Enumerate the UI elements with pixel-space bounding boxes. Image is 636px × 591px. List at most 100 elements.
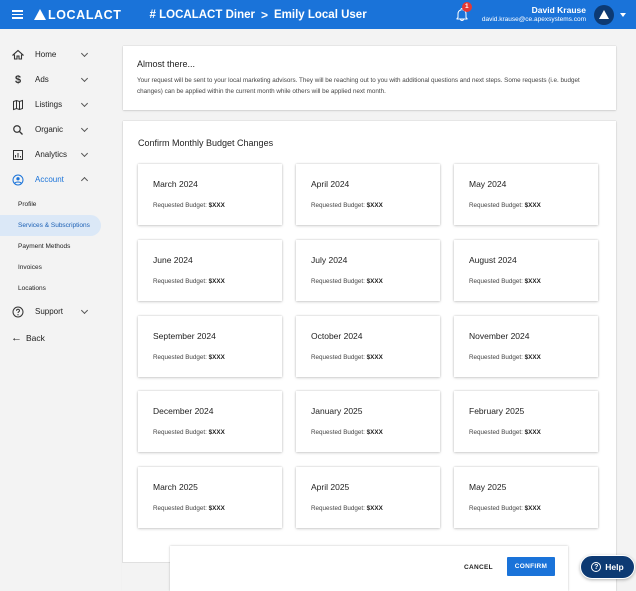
analytics-icon (12, 149, 24, 161)
requested-budget: Requested Budget: $XXX (311, 278, 383, 285)
breadcrumb-separator: > (260, 7, 268, 22)
requested-budget: Requested Budget: $XXX (311, 354, 383, 361)
user-name: David Krause (531, 5, 586, 16)
requested-budget: Requested Budget: $XXX (469, 202, 541, 209)
requested-budget-label: Requested Budget: (311, 202, 365, 209)
month-budget-card: October 2024 Requested Budget: $XXX (296, 316, 440, 377)
requested-budget-value: $XXX (208, 429, 225, 436)
month-name: June 2024 (153, 255, 193, 265)
sidebar-item-label: Listings (35, 100, 63, 109)
month-name: April 2025 (311, 482, 350, 492)
sidebar-item-support[interactable]: Support (0, 299, 104, 324)
requested-budget-label: Requested Budget: (311, 429, 365, 436)
requested-budget-value: $XXX (524, 278, 541, 285)
home-icon (12, 49, 24, 61)
requested-budget-label: Requested Budget: (153, 429, 207, 436)
month-name: November 2024 (469, 331, 530, 341)
help-icon: ? (591, 562, 602, 572)
breadcrumb-user[interactable]: Emily Local User (274, 9, 367, 21)
chevron-down-icon[interactable] (80, 99, 89, 108)
chevron-down-icon[interactable] (80, 306, 89, 315)
arrow-left-icon: ← (11, 332, 22, 344)
month-name: April 2024 (311, 179, 350, 189)
month-budget-card: May 2025 Requested Budget: $XXX (454, 467, 598, 528)
hamburger-menu-icon[interactable] (12, 10, 23, 19)
sidebar-item-account[interactable]: Account (0, 167, 104, 192)
sidebar-subitem-invoices[interactable]: Invoices (0, 257, 104, 278)
account-circle-icon (12, 174, 24, 186)
sidebar-subitem-locations[interactable]: Locations (0, 278, 104, 299)
requested-budget-value: $XXX (524, 505, 541, 512)
month-budget-card: November 2024 Requested Budget: $XXX (454, 316, 598, 377)
sidebar-item-listings[interactable]: Listings (0, 92, 104, 117)
breadcrumb-business[interactable]: # LOCALACT Diner (150, 9, 255, 21)
requested-budget-label: Requested Budget: (153, 354, 207, 361)
breadcrumb: # LOCALACT Diner > Emily Local User (150, 8, 367, 22)
requested-budget-label: Requested Budget: (311, 354, 365, 361)
month-name: March 2025 (153, 482, 198, 492)
sidebar-item-analytics[interactable]: Analytics (0, 142, 104, 167)
user-menu-caret-icon[interactable] (620, 12, 626, 17)
sidebar-subitem-profile[interactable]: Profile (0, 194, 104, 215)
requested-budget-value: $XXX (366, 354, 383, 361)
chevron-down-icon[interactable] (80, 149, 89, 158)
requested-budget: Requested Budget: $XXX (469, 505, 541, 512)
main-content: Almost there... Your request will be sen… (122, 29, 616, 591)
sidebar-subitem-services[interactable]: Services & Subscriptions (0, 215, 101, 236)
sidebar-item-home[interactable]: Home (0, 42, 104, 67)
user-info[interactable]: David Krause david.krause@ce.apexsystems… (482, 5, 586, 22)
avatar[interactable] (594, 4, 614, 25)
sidebar-item-label: Ads (35, 75, 49, 84)
app-logo[interactable]: LOCALACT (34, 8, 122, 22)
logo-text: LOCALACT (48, 7, 122, 22)
month-budget-card: August 2024 Requested Budget: $XXX (454, 240, 598, 301)
sidebar-item-label: Analytics (35, 150, 68, 159)
month-name: May 2025 (469, 482, 507, 492)
chevron-up-icon[interactable] (80, 176, 89, 185)
cancel-button[interactable]: CANCEL (464, 558, 493, 576)
month-name: February 2025 (469, 406, 525, 416)
requested-budget-value: $XXX (366, 505, 383, 512)
info-title: Almost there... (137, 59, 196, 69)
notifications-button[interactable]: 1 (456, 1, 472, 22)
requested-budget-value: $XXX (208, 202, 225, 209)
requested-budget: Requested Budget: $XXX (469, 354, 541, 361)
help-label: Help (605, 562, 624, 572)
month-budget-card: January 2025 Requested Budget: $XXX (296, 391, 440, 452)
action-bar: CANCEL CONFIRM (170, 546, 568, 591)
help-button[interactable]: ? Help (580, 555, 635, 579)
requested-budget: Requested Budget: $XXX (469, 429, 541, 436)
chevron-down-icon[interactable] (80, 49, 89, 58)
chevron-down-icon[interactable] (80, 74, 89, 83)
sidebar-subitem-payment-methods[interactable]: Payment Methods (0, 236, 104, 257)
confirm-button[interactable]: CONFIRM (507, 557, 555, 576)
month-budget-card: March 2025 Requested Budget: $XXX (138, 467, 282, 528)
chevron-down-icon[interactable] (80, 124, 89, 133)
requested-budget: Requested Budget: $XXX (153, 429, 225, 436)
requested-budget-value: $XXX (208, 278, 225, 285)
back-button[interactable]: ← Back (0, 326, 104, 350)
help-circle-icon (12, 306, 24, 318)
sidebar-item-organic[interactable]: Organic (0, 117, 104, 142)
requested-budget-value: $XXX (524, 202, 541, 209)
month-name: December 2024 (153, 406, 214, 416)
requested-budget: Requested Budget: $XXX (311, 429, 383, 436)
requested-budget: Requested Budget: $XXX (153, 354, 225, 361)
requested-budget-value: $XXX (524, 429, 541, 436)
requested-budget: Requested Budget: $XXX (153, 278, 225, 285)
requested-budget-label: Requested Budget: (469, 202, 523, 209)
requested-budget: Requested Budget: $XXX (311, 202, 383, 209)
sidebar-item-ads[interactable]: $ Ads (0, 67, 104, 92)
search-icon (12, 124, 24, 136)
requested-budget-label: Requested Budget: (311, 278, 365, 285)
map-icon (12, 99, 24, 111)
month-name: August 2024 (469, 255, 517, 265)
month-name: January 2025 (311, 406, 363, 416)
requested-budget-label: Requested Budget: (153, 505, 207, 512)
month-budget-card: March 2024 Requested Budget: $XXX (138, 164, 282, 225)
requested-budget-label: Requested Budget: (469, 354, 523, 361)
avatar-logo-icon (599, 10, 609, 19)
requested-budget-label: Requested Budget: (153, 278, 207, 285)
month-budget-card: December 2024 Requested Budget: $XXX (138, 391, 282, 452)
requested-budget: Requested Budget: $XXX (311, 505, 383, 512)
